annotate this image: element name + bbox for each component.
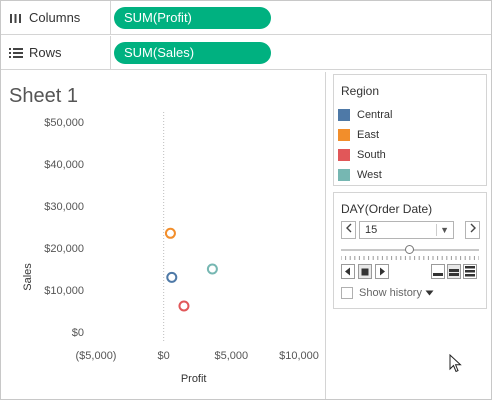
scatter-chart: $0 $10,000 $20,000 $30,000 $40,000 $50,000 ($5… — [22, 112, 319, 385]
dropdown-separator — [436, 224, 437, 236]
speed-fast-button[interactable] — [463, 264, 477, 279]
speed-fast-icon — [465, 266, 475, 277]
legend-swatch — [338, 149, 350, 161]
play-forward-icon — [380, 267, 385, 276]
page-value: 15 — [365, 224, 378, 236]
stop-icon — [361, 268, 369, 275]
x-tick-label: $5,000 — [215, 350, 249, 362]
columns-icon — [9, 12, 23, 24]
play-forward-button[interactable] — [375, 264, 389, 279]
x-tick-label: ($5,000) — [76, 350, 117, 362]
columns-shelf-label: Columns — [1, 1, 111, 34]
rows-pill[interactable]: SUM(Sales) — [114, 42, 271, 64]
chevron-down-icon: ▼ — [440, 225, 449, 235]
legend-label: Central — [357, 109, 393, 121]
play-backward-icon — [345, 267, 350, 276]
mouse-cursor-icon — [449, 354, 462, 373]
tableau-window: Columns SUM(Profit) Rows SUM(Sales) Shee… — [0, 0, 492, 400]
legend-item[interactable]: East — [338, 127, 379, 143]
next-page-button[interactable] — [465, 221, 480, 239]
legend-title: Region — [341, 84, 380, 98]
columns-label-text: Columns — [29, 10, 81, 25]
y-tick-label: $30,000 — [44, 201, 84, 213]
rows-label-text: Rows — [29, 45, 62, 60]
x-tick-label: $0 — [158, 350, 170, 362]
sheet-view: Sheet 1 $0 $10,000 $20,000 $30,000 $40,000 $5… — [1, 72, 326, 399]
speed-medium-button[interactable] — [447, 264, 461, 279]
stop-button[interactable] — [358, 264, 372, 279]
y-tick-label: $10,000 — [44, 285, 84, 297]
region-legend: Region Central East South West — [333, 74, 487, 186]
y-tick-label: $20,000 — [44, 243, 84, 255]
rows-icon — [9, 47, 23, 59]
chevron-left-icon — [345, 223, 351, 233]
legend-item[interactable]: South — [338, 147, 386, 163]
pages-card: DAY(Order Date) 15 ▼ Show history — [333, 192, 487, 309]
y-tick-label: $40,000 — [44, 159, 84, 171]
data-point[interactable] — [206, 263, 218, 275]
previous-page-button[interactable] — [341, 221, 356, 239]
show-history-label: Show history — [359, 287, 422, 299]
data-point[interactable] — [178, 300, 190, 312]
show-history-checkbox[interactable] — [341, 287, 353, 299]
rows-shelf: Rows SUM(Sales) — [1, 36, 491, 70]
legend-label: South — [357, 149, 386, 161]
x-tick-label: $10,000 — [279, 350, 319, 362]
rows-shelf-label: Rows — [1, 36, 111, 69]
legend-swatch — [338, 169, 350, 181]
show-history-toggle[interactable]: Show history — [341, 286, 434, 300]
legend-label: East — [357, 129, 380, 141]
y-axis-title: Sales — [22, 263, 34, 291]
columns-shelf: Columns SUM(Profit) — [1, 1, 491, 35]
x-axis-title: Profit — [181, 373, 207, 385]
legend-item[interactable]: West — [338, 167, 382, 183]
slider-ticks — [341, 256, 479, 260]
data-point[interactable] — [166, 271, 178, 283]
legend-swatch — [338, 109, 350, 121]
columns-pill[interactable]: SUM(Profit) — [114, 7, 271, 29]
page-value-dropdown[interactable]: 15 ▼ — [359, 221, 454, 239]
chevron-down-icon[interactable] — [425, 290, 434, 296]
y-tick-label: $50,000 — [44, 117, 84, 129]
legend-item[interactable]: Central — [338, 107, 392, 123]
data-point[interactable] — [164, 227, 176, 239]
page-slider-thumb[interactable] — [405, 245, 414, 254]
chevron-right-icon — [470, 223, 476, 233]
y-tick-label: $0 — [72, 327, 84, 339]
speed-medium-icon — [449, 269, 459, 276]
legend-label: West — [357, 169, 382, 181]
speed-slow-icon — [433, 273, 443, 276]
play-backward-button[interactable] — [341, 264, 355, 279]
pages-title: DAY(Order Date) — [341, 202, 433, 216]
speed-slow-button[interactable] — [431, 264, 445, 279]
legend-swatch — [338, 129, 350, 141]
